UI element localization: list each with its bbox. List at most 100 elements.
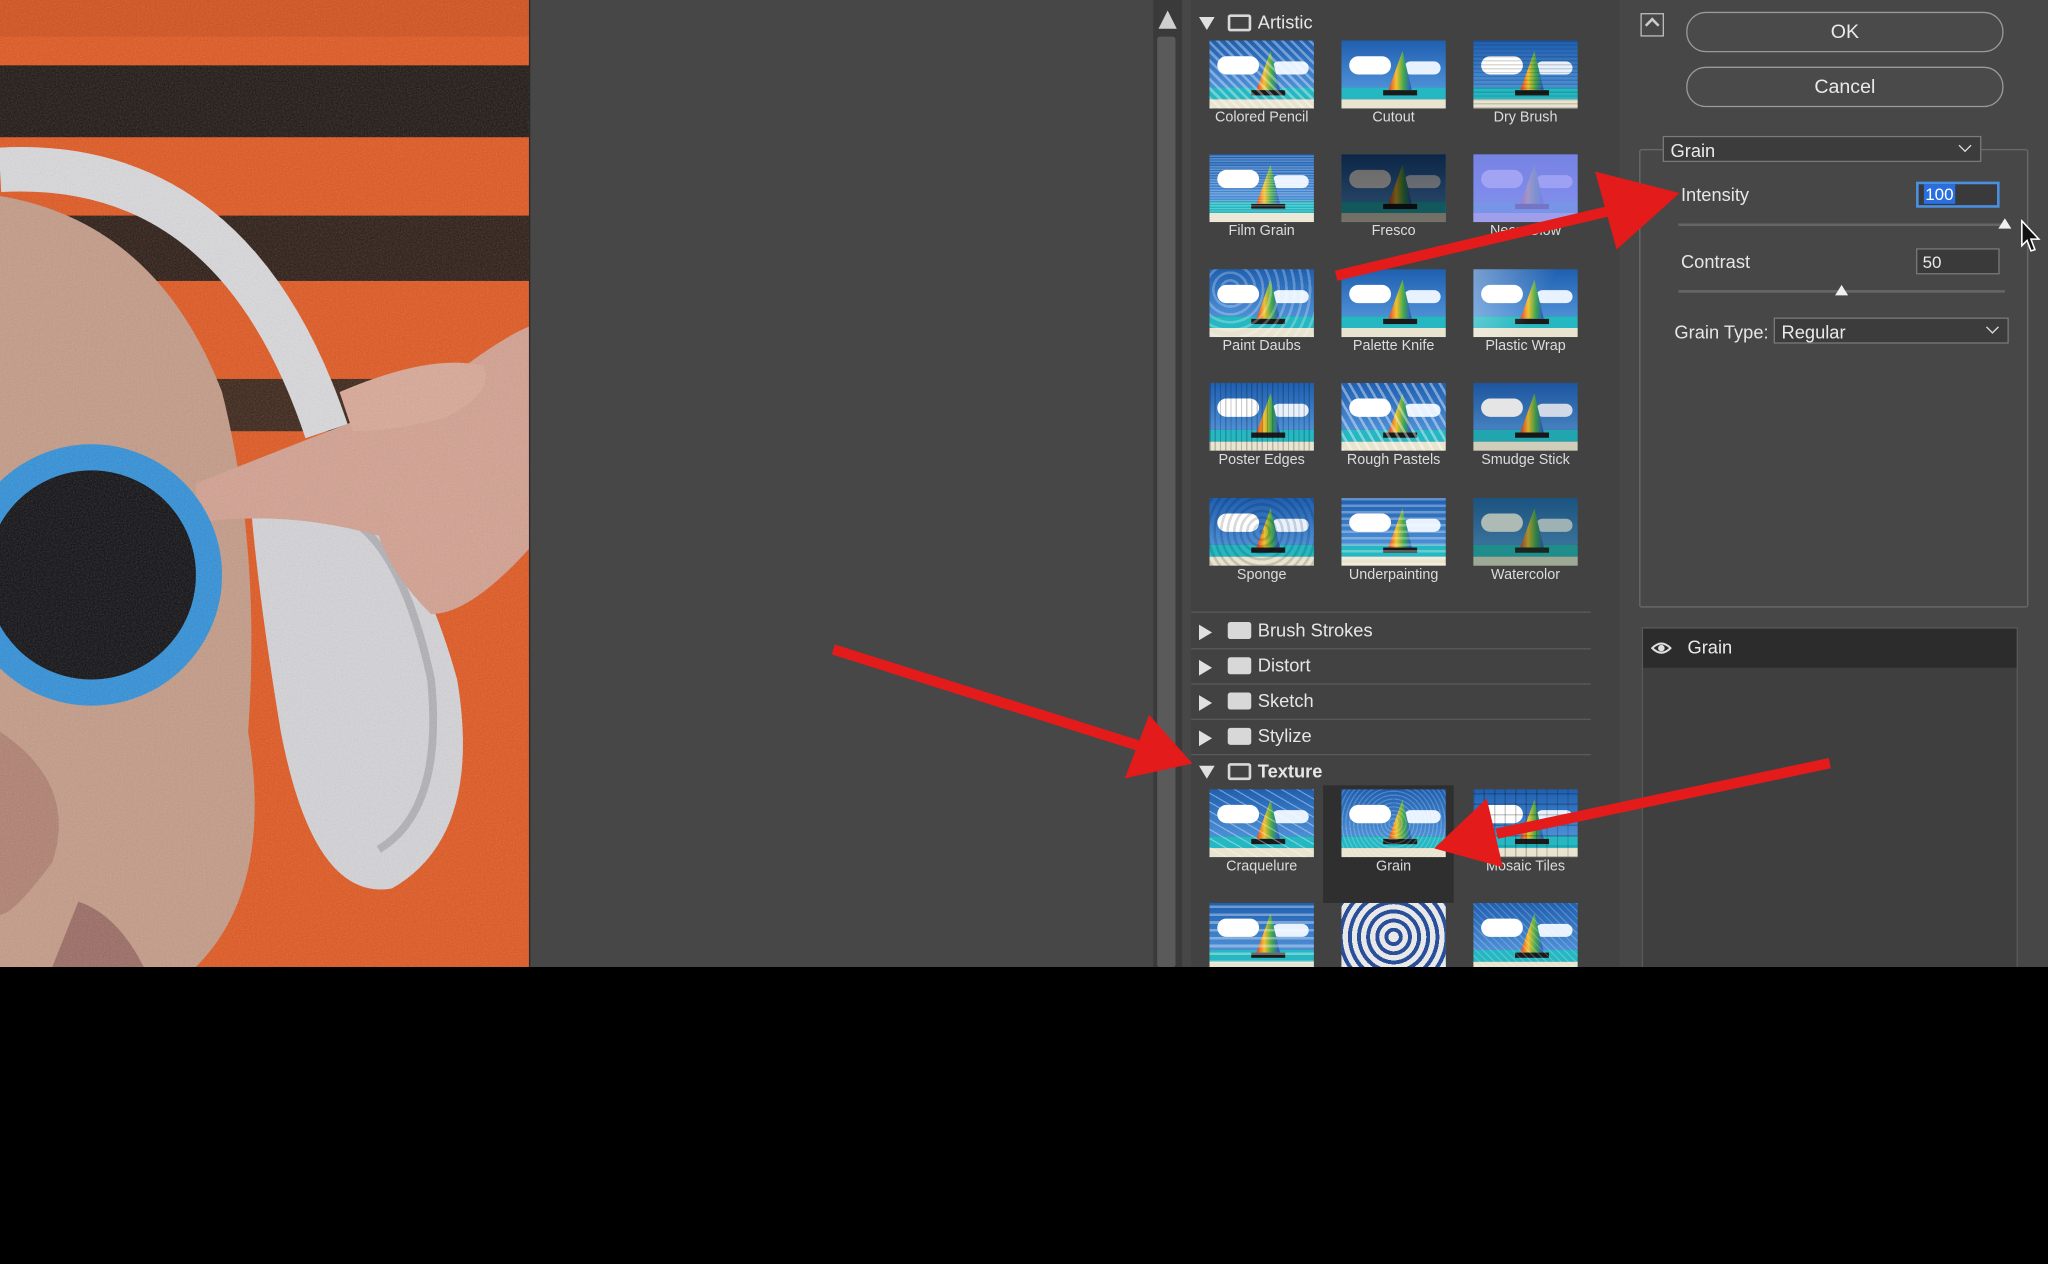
filter-cutout[interactable]: Cutout bbox=[1323, 37, 1454, 142]
group-distort[interactable]: Distort bbox=[1191, 649, 1591, 683]
filter-fresco[interactable]: Fresco bbox=[1323, 150, 1454, 255]
filter-smudge-stick[interactable]: Smudge Stick bbox=[1455, 379, 1586, 484]
filter-thumbnail-image bbox=[1341, 269, 1446, 338]
effect-layer-name: Grain bbox=[1687, 636, 1733, 658]
filter-film-grain[interactable]: Film Grain bbox=[1191, 150, 1322, 255]
filter-thumbnail-partial[interactable] bbox=[1455, 899, 1586, 967]
filter-thumbnail-label: Underpainting bbox=[1348, 567, 1439, 583]
preview-image bbox=[0, 0, 529, 967]
filter-grain[interactable]: Grain bbox=[1323, 785, 1454, 903]
filter-thumbnail-image bbox=[1473, 789, 1578, 858]
filter-sponge[interactable]: Sponge bbox=[1191, 494, 1322, 599]
cancel-button[interactable]: Cancel bbox=[1686, 66, 2004, 108]
filter-thumbnail-image bbox=[1209, 269, 1314, 338]
filter-paint-daubs[interactable]: Paint Daubs bbox=[1191, 265, 1322, 370]
expand-icon bbox=[1198, 624, 1213, 641]
effect-layer-row[interactable]: Grain bbox=[1643, 628, 2017, 668]
filter-gallery-list: Artistic Colored Pencil Cutout Dry Brush Fi… bbox=[1191, 0, 1620, 967]
filter-select[interactable]: Grain bbox=[1662, 135, 1982, 163]
filter-thumbnail-image bbox=[1341, 40, 1446, 109]
group-texture[interactable]: Texture bbox=[1191, 755, 1591, 789]
expand-icon bbox=[1198, 695, 1213, 711]
filter-palette-knife[interactable]: Palette Knife bbox=[1323, 265, 1454, 370]
filter-thumbnail-label: Rough Pastels bbox=[1346, 452, 1441, 468]
contrast-input[interactable]: 50 bbox=[1916, 248, 2000, 275]
intensity-label: Intensity bbox=[1680, 184, 1750, 206]
group-label: Artistic bbox=[1257, 11, 1313, 33]
filter-thumbnail-label: Craquelure bbox=[1226, 858, 1298, 875]
filter-thumbnail-image bbox=[1341, 382, 1446, 451]
filter-watercolor[interactable]: Watercolor bbox=[1455, 494, 1586, 599]
filter-craquelure[interactable]: Craquelure bbox=[1191, 785, 1322, 890]
group-label: Sketch bbox=[1257, 689, 1314, 711]
filter-thumbnail-image bbox=[1209, 902, 1314, 967]
group-brush-strokes[interactable]: Brush Strokes bbox=[1191, 614, 1591, 648]
grain-type-value: Regular bbox=[1781, 321, 1846, 343]
intensity-slider-track[interactable] bbox=[1678, 223, 2005, 227]
filter-neon-glow[interactable]: Neon Glow bbox=[1455, 150, 1586, 255]
filter-thumbnail-image bbox=[1209, 497, 1314, 566]
preview-scrollbar[interactable] bbox=[1153, 0, 1183, 967]
filter-rough-pastels[interactable]: Rough Pastels bbox=[1323, 379, 1454, 484]
filter-thumbnail-label: Paint Daubs bbox=[1222, 338, 1301, 355]
filter-colored-pencil[interactable]: Colored Pencil bbox=[1191, 37, 1322, 142]
grain-type-label: Grain Type: bbox=[1674, 321, 1769, 343]
filter-dry-brush[interactable]: Dry Brush bbox=[1455, 37, 1586, 142]
filter-thumbnail-image bbox=[1473, 497, 1578, 566]
filter-thumbnail-image bbox=[1473, 382, 1578, 451]
filter-thumbnail-label: Palette Knife bbox=[1352, 338, 1435, 355]
intensity-input[interactable]: 100 bbox=[1916, 181, 2000, 208]
eye-icon[interactable] bbox=[1650, 638, 1672, 659]
filter-thumbnail-image bbox=[1341, 902, 1446, 967]
filter-plastic-wrap[interactable]: Plastic Wrap bbox=[1455, 265, 1586, 370]
chevron-down-icon bbox=[1985, 320, 1999, 334]
filter-thumbnail-image bbox=[1341, 497, 1446, 566]
collapse-icon[interactable] bbox=[1640, 13, 1664, 37]
preview-canvas-area bbox=[528, 0, 1155, 967]
folder-icon bbox=[1227, 692, 1252, 710]
expand-icon bbox=[1198, 16, 1215, 31]
intensity-slider-handle[interactable] bbox=[1998, 218, 2012, 229]
scroll-up-icon[interactable] bbox=[1158, 10, 1177, 29]
filter-thumbnail-partial[interactable] bbox=[1191, 899, 1322, 967]
filter-underpainting[interactable]: Underpainting bbox=[1323, 494, 1454, 599]
filter-thumbnail-label: Grain bbox=[1376, 858, 1412, 875]
group-sketch[interactable]: Sketch bbox=[1191, 685, 1591, 719]
folder-icon bbox=[1227, 727, 1252, 745]
group-artistic[interactable]: Artistic bbox=[1191, 7, 1591, 41]
filter-options-box bbox=[1639, 148, 2029, 608]
filter-thumbnail-image bbox=[1473, 40, 1578, 109]
filter-thumbnail-label: Cutout bbox=[1372, 109, 1415, 126]
filter-thumbnail-label: Film Grain bbox=[1228, 223, 1295, 240]
filter-thumbnail-label: Colored Pencil bbox=[1214, 109, 1309, 126]
ok-button[interactable]: OK bbox=[1686, 11, 2004, 53]
scroll-thumb[interactable] bbox=[1157, 36, 1176, 967]
filter-thumbnail-image bbox=[1341, 154, 1446, 223]
filter-thumbnail-image bbox=[1209, 789, 1314, 858]
contrast-slider-handle[interactable] bbox=[1835, 284, 1849, 296]
folder-icon bbox=[1227, 14, 1252, 32]
filter-thumbnail-label: Neon Glow bbox=[1489, 223, 1562, 240]
expand-icon bbox=[1198, 730, 1213, 747]
filter-thumbnail-label: Watercolor bbox=[1491, 567, 1560, 583]
grain-type-select[interactable]: Regular bbox=[1773, 317, 2009, 344]
filter-thumbnail-image bbox=[1209, 154, 1314, 223]
filter-thumbnail-label: Mosaic Tiles bbox=[1485, 858, 1566, 875]
filter-mosaic-tiles[interactable]: Mosaic Tiles bbox=[1455, 785, 1586, 890]
intensity-value: 100 bbox=[1923, 184, 1955, 204]
effect-layers-panel: Grain bbox=[1641, 627, 2018, 967]
filter-thumbnail-label: Fresco bbox=[1371, 223, 1416, 240]
filter-thumbnail-image bbox=[1473, 269, 1578, 338]
filter-select-value: Grain bbox=[1670, 139, 1716, 161]
filter-poster-edges[interactable]: Poster Edges bbox=[1191, 379, 1322, 484]
filter-gallery-window: Artistic Colored Pencil Cutout Dry Brush Fi… bbox=[0, 0, 2048, 967]
filter-thumbnail-partial[interactable] bbox=[1323, 899, 1454, 967]
filter-thumbnail-label: Dry Brush bbox=[1493, 109, 1558, 126]
group-stylize[interactable]: Stylize bbox=[1191, 720, 1591, 754]
chevron-down-icon bbox=[1958, 139, 1972, 153]
mouse-cursor-icon bbox=[2021, 219, 2041, 252]
contrast-label: Contrast bbox=[1680, 250, 1751, 272]
group-label: Brush Strokes bbox=[1257, 619, 1373, 641]
expand-icon bbox=[1198, 659, 1213, 676]
expand-icon bbox=[1198, 765, 1215, 779]
